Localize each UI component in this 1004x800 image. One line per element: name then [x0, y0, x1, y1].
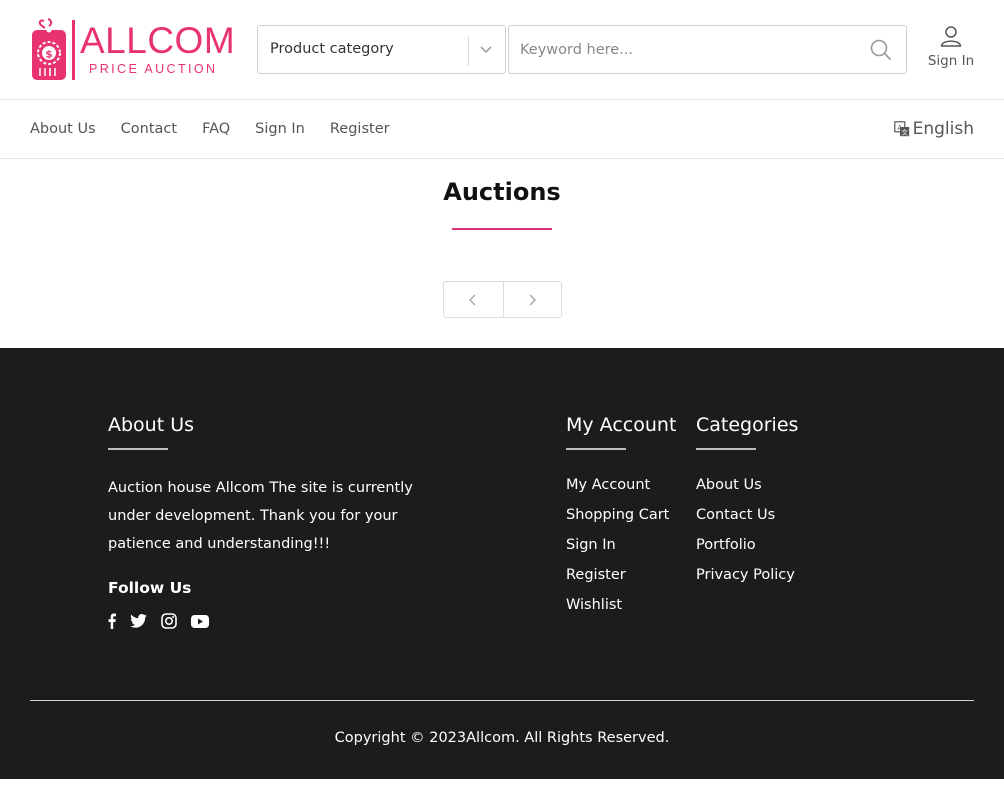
nav-item-register[interactable]: Register [330, 121, 390, 137]
social-links [108, 613, 209, 629]
footer-account-links: My Account Shopping Cart Sign In Registe… [566, 477, 669, 627]
site-header: $ ALLCOM PRICE AUCTION Product category [0, 0, 1004, 100]
chevron-down-icon [480, 46, 492, 54]
footer-link-wishlist[interactable]: Wishlist [566, 597, 622, 613]
footer-account-underline [566, 448, 626, 450]
price-tag-icon: $ [32, 18, 66, 80]
search-icon[interactable] [870, 39, 892, 61]
facebook-icon[interactable] [108, 613, 116, 629]
follow-us-heading: Follow Us [108, 579, 192, 597]
category-select[interactable]: Product category [257, 25, 506, 74]
translate-icon: A 文 [893, 121, 909, 137]
instagram-icon[interactable] [161, 613, 177, 629]
chevron-right-icon [529, 293, 537, 306]
main-nav: About Us Contact FAQ Sign In Register A … [0, 101, 1004, 159]
nav-item-about-us[interactable]: About Us [30, 121, 96, 137]
language-switcher[interactable]: A 文 English [893, 119, 974, 139]
search-bar: Product category [257, 25, 907, 75]
pagination [443, 281, 562, 318]
chevron-left-icon [469, 293, 476, 306]
footer-account-heading: My Account [566, 414, 677, 436]
footer-link-portfolio[interactable]: Portfolio [696, 537, 756, 553]
header-sign-in-label: Sign In [927, 53, 975, 69]
footer-link-contact-us[interactable]: Contact Us [696, 507, 775, 523]
brand-logo[interactable]: $ ALLCOM PRICE AUCTION [30, 18, 236, 82]
footer-category-links: About Us Contact Us Portfolio Privacy Po… [696, 477, 795, 597]
keyword-input[interactable] [510, 27, 850, 72]
twitter-icon[interactable] [130, 614, 147, 628]
nav-item-contact[interactable]: Contact [121, 121, 177, 137]
footer-about-heading: About Us [108, 414, 195, 436]
brand-name: ALLCOM [80, 20, 236, 61]
select-divider [468, 36, 469, 66]
header-sign-in[interactable]: Sign In [920, 25, 982, 75]
title-underline [452, 228, 552, 230]
footer-about-underline [108, 448, 168, 450]
footer-link-register[interactable]: Register [566, 567, 626, 583]
page-title: Auctions [443, 178, 561, 206]
logo-divider [72, 20, 75, 80]
svg-text:$: $ [46, 50, 53, 61]
youtube-icon[interactable] [191, 614, 209, 628]
category-select-label: Product category [270, 41, 394, 57]
brand-tagline: PRICE AUCTION [89, 62, 218, 76]
footer-link-shopping-cart[interactable]: Shopping Cart [566, 507, 669, 523]
language-label: English [912, 119, 974, 139]
prev-page-button[interactable] [444, 282, 503, 317]
nav-item-sign-in[interactable]: Sign In [255, 121, 305, 137]
svg-text:文: 文 [901, 128, 908, 137]
next-page-button[interactable] [502, 282, 562, 317]
nav-item-faq[interactable]: FAQ [202, 121, 230, 137]
footer-link-about-us[interactable]: About Us [696, 477, 762, 493]
footer-categories-underline [696, 448, 756, 450]
footer-link-privacy-policy[interactable]: Privacy Policy [696, 567, 795, 583]
footer-about-text: Auction house Allcom The site is current… [108, 480, 413, 552]
user-icon [940, 26, 962, 47]
footer-categories-heading: Categories [696, 414, 799, 436]
footer-link-sign-in[interactable]: Sign In [566, 537, 616, 553]
footer-divider [30, 700, 974, 701]
keyword-search-field [508, 25, 907, 74]
copyright-text: Copyright © 2023Allcom. All Rights Reser… [334, 730, 670, 746]
site-footer: About Us Auction house Allcom The site i… [0, 348, 1004, 779]
footer-link-my-account[interactable]: My Account [566, 477, 650, 493]
